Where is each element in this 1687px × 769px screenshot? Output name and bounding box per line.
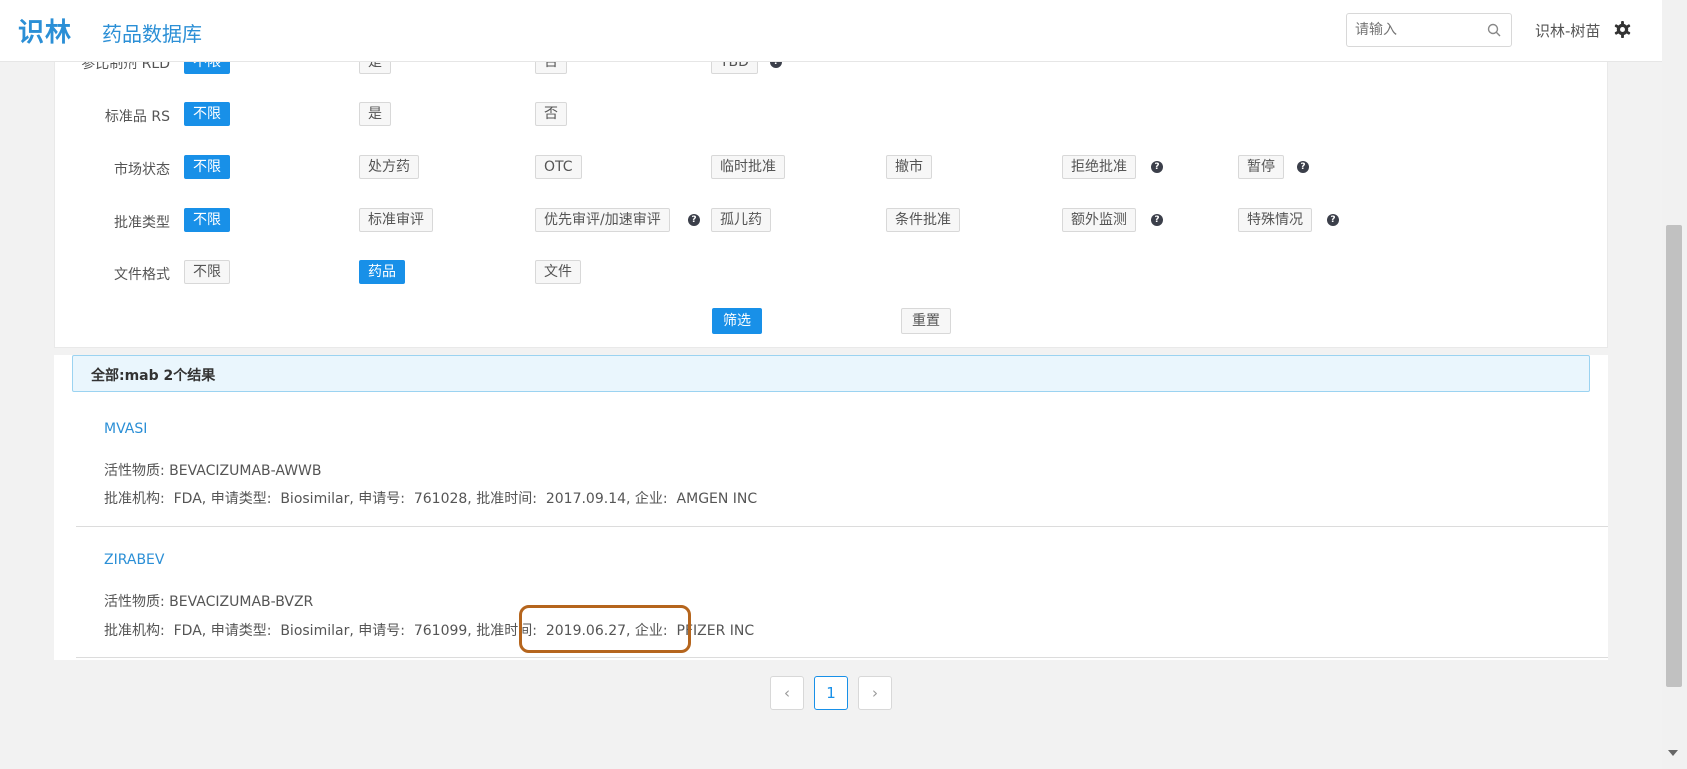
filter-label-format: 文件格式 xyxy=(114,267,170,283)
search-input[interactable] xyxy=(1347,14,1475,46)
filter-panel xyxy=(54,40,1608,348)
filter-rs-yes[interactable]: 是 xyxy=(359,102,391,126)
suspended-help-icon[interactable]: ? xyxy=(1297,161,1309,173)
filter-label-approval: 批准类型 xyxy=(114,215,170,231)
filter-market-temporary[interactable]: 临时批准 xyxy=(711,155,785,179)
filter-format-file[interactable]: 文件 xyxy=(535,260,581,284)
filter-approval-conditional[interactable]: 条件批准 xyxy=(886,208,960,232)
pagination-page-1[interactable]: 1 xyxy=(814,676,848,710)
filter-button[interactable]: 筛选 xyxy=(712,308,762,334)
filter-market-any[interactable]: 不限 xyxy=(184,155,230,179)
rejected-help-icon[interactable]: ? xyxy=(1151,161,1163,173)
filter-approval-any[interactable]: 不限 xyxy=(184,208,230,232)
pagination-prev-button[interactable]: ‹ xyxy=(770,676,804,710)
filter-market-withdrawn[interactable]: 撤市 xyxy=(886,155,932,179)
filter-approval-orphan[interactable]: 孤儿药 xyxy=(711,208,771,232)
filter-label-market: 市场状态 xyxy=(114,162,170,178)
filter-market-suspended[interactable]: 暂停 xyxy=(1238,155,1284,179)
monitoring-help-icon[interactable]: ? xyxy=(1151,214,1163,226)
result-title-zirabev[interactable]: ZIRABEV xyxy=(104,552,164,568)
user-name[interactable]: 识林-树苗 xyxy=(1535,20,1600,41)
filter-format-drug[interactable]: 药品 xyxy=(359,260,405,284)
result-active-substance: 活性物质: BEVACIZUMAB-AWWB xyxy=(104,463,322,479)
filter-market-rx[interactable]: 处方药 xyxy=(359,155,419,179)
exceptional-help-icon[interactable]: ? xyxy=(1327,214,1339,226)
results-summary: 全部:mab 2个结果 xyxy=(72,355,1590,392)
gear-icon[interactable] xyxy=(1613,20,1632,39)
result-details: 批准机构: FDA, 申请类型: Biosimilar, 申请号: 761028… xyxy=(104,491,758,507)
result-divider xyxy=(76,657,1608,658)
filter-label-rs: 标准品 RS xyxy=(104,109,170,125)
result-divider xyxy=(76,526,1608,527)
filter-rs-any[interactable]: 不限 xyxy=(184,102,230,126)
top-header: 识林 药品数据库 识林-树苗 xyxy=(0,0,1662,62)
reset-button[interactable]: 重置 xyxy=(901,308,951,334)
database-title-link[interactable]: 药品数据库 xyxy=(102,18,202,47)
filter-approval-standard[interactable]: 标准审评 xyxy=(359,208,433,232)
filter-approval-monitoring[interactable]: 额外监测 xyxy=(1062,208,1136,232)
search-box xyxy=(1346,13,1512,47)
filter-format-any[interactable]: 不限 xyxy=(184,260,230,284)
approval-date-highlight xyxy=(519,605,691,653)
search-icon[interactable] xyxy=(1487,23,1501,37)
filter-approval-exceptional[interactable]: 特殊情况 xyxy=(1238,208,1312,232)
result-title-mvasi[interactable]: MVASI xyxy=(104,421,147,437)
priority-help-icon[interactable]: ? xyxy=(688,214,700,226)
filter-market-otc[interactable]: OTC xyxy=(535,155,582,179)
filter-rs-no[interactable]: 否 xyxy=(535,102,567,126)
scroll-down-arrow-icon[interactable] xyxy=(1668,750,1678,756)
pagination-next-button[interactable]: › xyxy=(858,676,892,710)
result-active-substance: 活性物质: BEVACIZUMAB-BVZR xyxy=(104,594,314,610)
scrollbar-thumb[interactable] xyxy=(1666,225,1682,687)
site-logo[interactable]: 识林 xyxy=(18,12,72,49)
filter-approval-priority[interactable]: 优先审评/加速审评 xyxy=(535,208,670,232)
filter-market-rejected[interactable]: 拒绝批准 xyxy=(1062,155,1136,179)
